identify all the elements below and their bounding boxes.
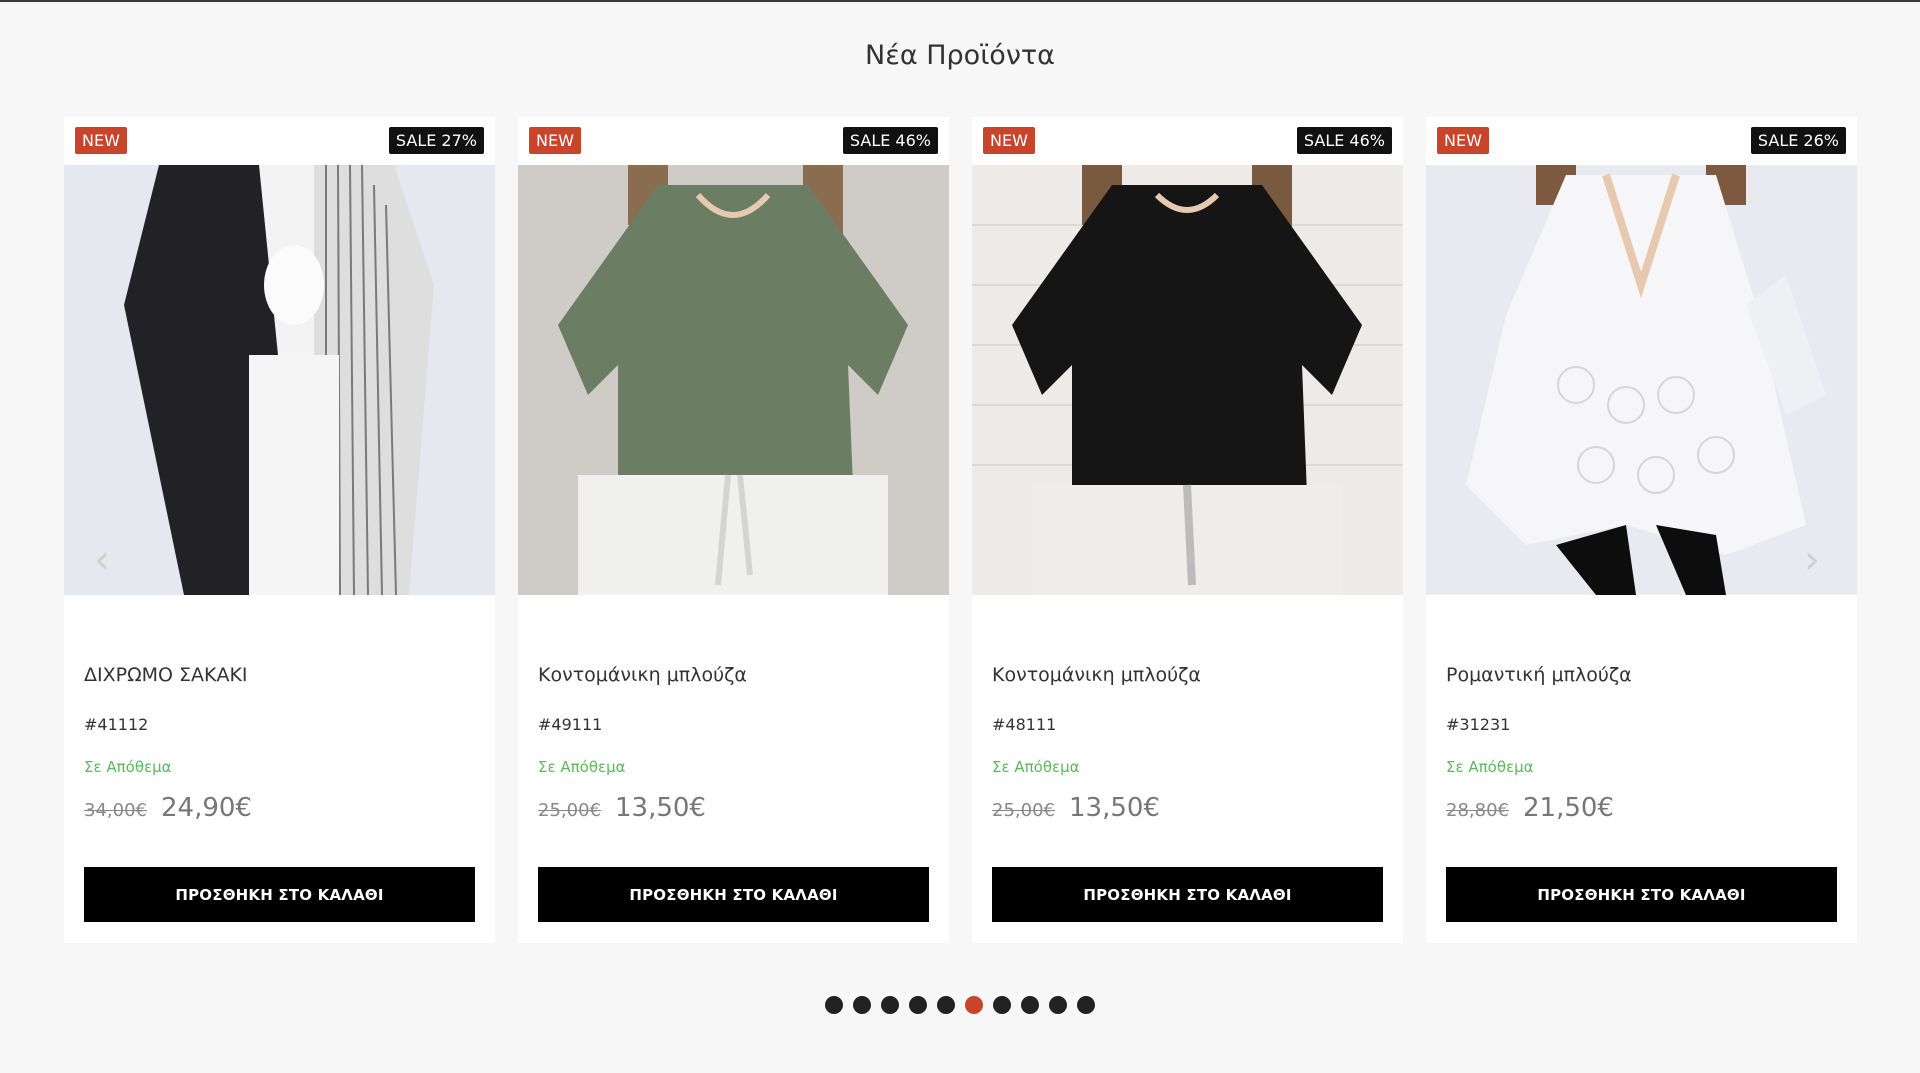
add-to-cart-button[interactable]: ΠΡΟΣΘΗΚΗ ΣΤΟ ΚΑΛΑΘΙ xyxy=(538,867,929,922)
stock-status: Σε Απόθεμα xyxy=(1446,758,1534,776)
section-title: Νέα Προϊόντα xyxy=(865,40,1055,71)
product-name[interactable]: Κοντομάνικη μπλούζα xyxy=(538,664,747,686)
stock-status: Σε Απόθεμα xyxy=(84,758,172,776)
product-photo-green-top xyxy=(518,165,949,595)
price-block: 25,00€ 13,50€ xyxy=(538,793,706,823)
current-price: 13,50€ xyxy=(614,793,706,823)
product-name[interactable]: Κοντομάνικη μπλούζα xyxy=(992,664,1201,686)
product-image[interactable] xyxy=(518,165,949,595)
product-image[interactable] xyxy=(1426,165,1857,595)
new-badge: NEW xyxy=(529,127,581,154)
carousel-pagination xyxy=(0,996,1920,1014)
carousel-dot[interactable] xyxy=(937,996,955,1014)
product-name[interactable]: Ρομαντική μπλούζα xyxy=(1446,664,1632,686)
carousel-dot[interactable] xyxy=(1021,996,1039,1014)
chevron-right-icon[interactable]: › xyxy=(1800,540,1824,580)
price-block: 25,00€ 13,50€ xyxy=(992,793,1160,823)
chevron-left-icon[interactable]: ‹ xyxy=(90,540,114,580)
sale-badge: SALE 27% xyxy=(388,127,484,154)
sale-badge: SALE 46% xyxy=(842,127,938,154)
product-image[interactable] xyxy=(64,165,495,595)
product-sku: #48111 xyxy=(992,715,1057,734)
carousel-dot[interactable] xyxy=(1049,996,1067,1014)
product-card[interactable]: NEW SALE 26% Ρομαντική μπλούζα #31231 Σε… xyxy=(1426,117,1857,943)
carousel-dot[interactable] xyxy=(965,996,983,1014)
carousel-dot[interactable] xyxy=(993,996,1011,1014)
stock-status: Σε Απόθεμα xyxy=(992,758,1080,776)
product-photo-black-top xyxy=(972,165,1403,595)
current-price: 13,50€ xyxy=(1068,793,1160,823)
product-photo-blazer xyxy=(64,165,495,595)
product-sku: #41112 xyxy=(84,715,149,734)
old-price: 28,80€ xyxy=(1446,800,1509,821)
new-badge: NEW xyxy=(983,127,1035,154)
product-card[interactable]: NEW SALE 46% Κοντομάνικη μπλούζα #49111 … xyxy=(518,117,949,943)
add-to-cart-button[interactable]: ΠΡΟΣΘΗΚΗ ΣΤΟ ΚΑΛΑΘΙ xyxy=(992,867,1383,922)
sale-badge: SALE 26% xyxy=(1750,127,1846,154)
price-block: 34,00€ 24,90€ xyxy=(84,793,252,823)
new-badge: NEW xyxy=(75,127,127,154)
carousel-dot[interactable] xyxy=(1077,996,1095,1014)
old-price: 25,00€ xyxy=(992,800,1055,821)
carousel-dot[interactable] xyxy=(881,996,899,1014)
product-carousel: NEW SALE 27% ΔΙΧΡΩΜΟ ΣΑΚΑΚΙ #41112 Σε Απ… xyxy=(64,117,1857,943)
carousel-dot[interactable] xyxy=(853,996,871,1014)
stock-status: Σε Απόθεμα xyxy=(538,758,626,776)
old-price: 25,00€ xyxy=(538,800,601,821)
top-divider xyxy=(0,0,1920,2)
product-photo-lace-blouse xyxy=(1426,165,1857,595)
carousel-dot[interactable] xyxy=(909,996,927,1014)
product-sku: #49111 xyxy=(538,715,603,734)
current-price: 21,50€ xyxy=(1522,793,1614,823)
product-card[interactable]: NEW SALE 27% ΔΙΧΡΩΜΟ ΣΑΚΑΚΙ #41112 Σε Απ… xyxy=(64,117,495,943)
product-sku: #31231 xyxy=(1446,715,1511,734)
carousel-dot[interactable] xyxy=(825,996,843,1014)
new-badge: NEW xyxy=(1437,127,1489,154)
product-name[interactable]: ΔΙΧΡΩΜΟ ΣΑΚΑΚΙ xyxy=(84,664,248,686)
product-card[interactable]: NEW SALE 46% Κοντομάνικη μπλούζα #48111 … xyxy=(972,117,1403,943)
add-to-cart-button[interactable]: ΠΡΟΣΘΗΚΗ ΣΤΟ ΚΑΛΑΘΙ xyxy=(1446,867,1837,922)
old-price: 34,00€ xyxy=(84,800,147,821)
product-image[interactable] xyxy=(972,165,1403,595)
add-to-cart-button[interactable]: ΠΡΟΣΘΗΚΗ ΣΤΟ ΚΑΛΑΘΙ xyxy=(84,867,475,922)
price-block: 28,80€ 21,50€ xyxy=(1446,793,1614,823)
sale-badge: SALE 46% xyxy=(1296,127,1392,154)
current-price: 24,90€ xyxy=(160,793,252,823)
